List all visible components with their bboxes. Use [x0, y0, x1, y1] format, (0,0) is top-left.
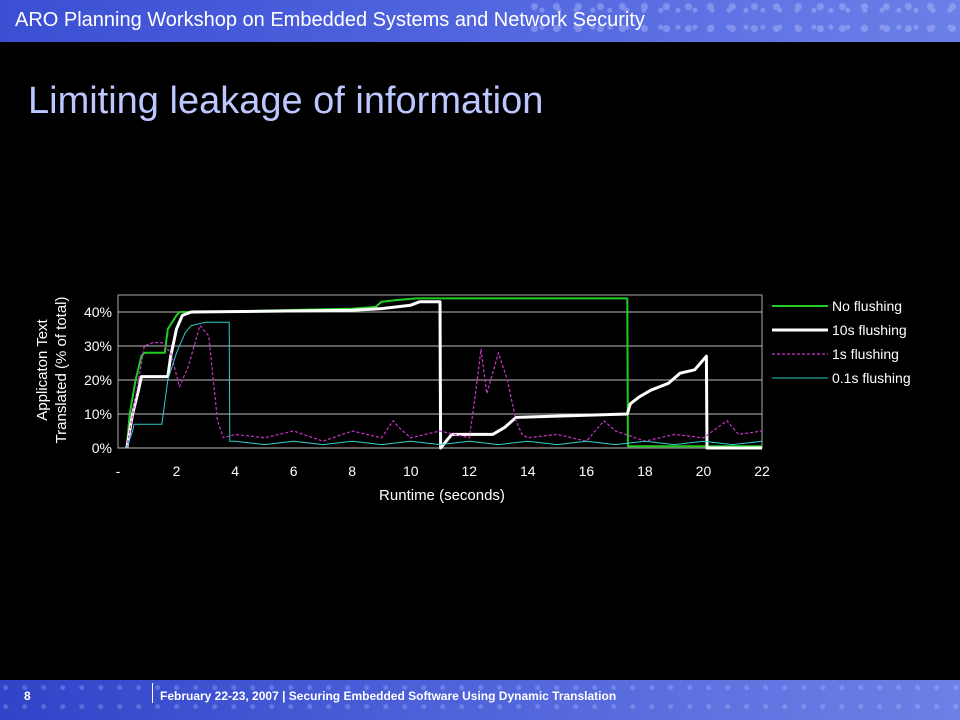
y-tick-label: 30% [84, 338, 112, 354]
x-tick-label: - [116, 463, 121, 479]
x-tick-label: 10 [403, 463, 419, 479]
y-tick-label: 10% [84, 406, 112, 422]
x-tick-label: 18 [637, 463, 653, 479]
x-tick-label: 2 [173, 463, 181, 479]
y-axis-label-line2: Translated (% of total) [53, 296, 70, 443]
y-tick-label: 0% [92, 440, 112, 456]
x-axis-label: Runtime (seconds) [379, 487, 505, 504]
y-tick-labels: 0% 10% 20% 30% 40% [84, 304, 112, 456]
footer-text: February 22-23, 2007 | Securing Embedded… [160, 689, 617, 703]
legend: No flushing 10s flushing 1s flushing 0.1s f… [772, 298, 911, 386]
legend-label: No flushing [832, 298, 902, 314]
x-tick-label: 6 [290, 463, 298, 479]
y-axis-label-line1: Applicaton Text [34, 318, 51, 420]
footer-divider [152, 683, 153, 703]
legend-label: 1s flushing [832, 346, 899, 362]
x-tick-label: 20 [696, 463, 712, 479]
x-tick-labels: - 2 4 6 8 10 12 14 16 18 20 22 [116, 463, 770, 479]
x-tick-label: 4 [231, 463, 239, 479]
page-number: 8 [24, 689, 31, 703]
line-chart: 0% 10% 20% 30% 40% - 2 4 6 8 10 12 14 16 18 20 22 No fl… [34, 294, 911, 504]
x-tick-label: 22 [754, 463, 770, 479]
x-tick-label: 14 [520, 463, 536, 479]
y-tick-label: 20% [84, 372, 112, 388]
legend-label: 0.1s flushing [832, 370, 911, 386]
x-tick-label: 16 [579, 463, 595, 479]
x-tick-label: 8 [348, 463, 356, 479]
x-tick-label: 12 [461, 463, 477, 479]
legend-label: 10s flushing [832, 322, 907, 338]
y-tick-label: 40% [84, 304, 112, 320]
